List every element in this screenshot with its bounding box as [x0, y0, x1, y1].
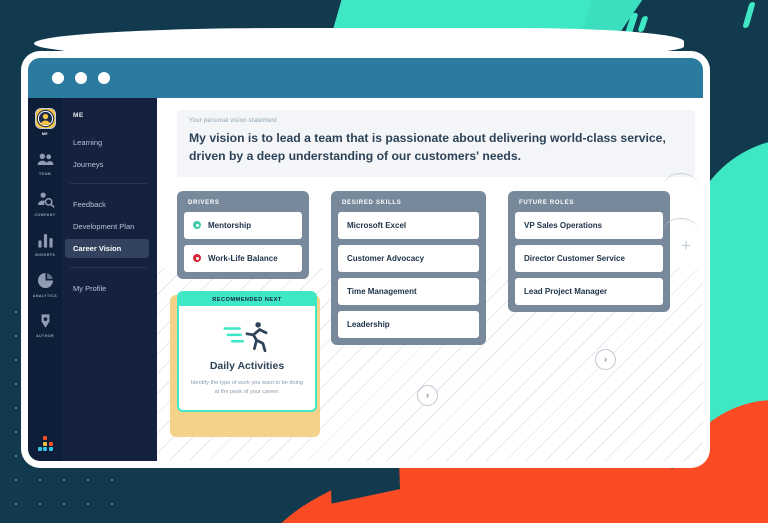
- rail-label-team: TEAM: [39, 172, 51, 176]
- cards-row: DRIVERS Mentorship Work-Life Balance DES…: [170, 190, 689, 437]
- page-root: ME TEAM COMPANY INSIGHTS ANALYTICS AUTHO…: [0, 0, 768, 523]
- role-item-lead-project-manager[interactable]: Lead Project Manager: [515, 277, 663, 305]
- rail-label-analytics: ANALYTICS: [32, 293, 58, 298]
- desired-skills-card-title: DESIRED SKILLS: [342, 199, 402, 206]
- rail-label-company: COMPANY: [34, 212, 56, 217]
- skills-next-button[interactable]: ›: [417, 384, 438, 406]
- rail-item-team[interactable]: TEAM: [28, 149, 62, 176]
- driver-label-work-life-balance: Work-Life Balance: [208, 253, 278, 263]
- driver-label-mentorship: Mentorship: [208, 220, 252, 230]
- team-people-icon: [35, 149, 56, 170]
- rail-item-insights[interactable]: INSIGHTS: [28, 230, 62, 257]
- future-roles-card-title: FUTURE ROLES: [519, 199, 575, 206]
- vision-statement-label: Your personal vision statement: [189, 118, 277, 124]
- pen-nib-icon: [35, 311, 56, 332]
- role-item-vp-sales-operations[interactable]: VP Sales Operations: [515, 211, 663, 239]
- future-roles-card: FUTURE ROLES VP Sales Operations Directo…: [508, 190, 670, 312]
- desired-skills-card: DESIRED SKILLS Microsoft Excel Customer …: [331, 190, 486, 345]
- recommended-next-badge: RECOMMENDED NEXT: [179, 292, 315, 306]
- close-dot[interactable]: [52, 72, 64, 84]
- avatar-icon: [34, 108, 56, 129]
- maximize-dot[interactable]: [98, 72, 110, 84]
- minimize-dot[interactable]: [75, 72, 87, 84]
- work-life-balance-bullet-icon: [193, 254, 201, 263]
- sidebar-item-development-plan[interactable]: Development Plan: [65, 217, 157, 236]
- decor-dot-grid-bottom: [4, 468, 134, 523]
- main-content: Your personal vision statement My vision…: [157, 98, 703, 461]
- recommended-next-description: Identify the type of work you want to be…: [190, 379, 304, 396]
- rail-label-author: AUTHOR: [35, 334, 55, 338]
- decor-white-brush-stroke-2: [60, 34, 660, 60]
- running-person-icon: [189, 320, 305, 354]
- vision-statement-panel: Your personal vision statement My vision…: [177, 110, 695, 177]
- sidebar-item-journeys[interactable]: Journeys: [65, 155, 157, 174]
- sidebar-menu: ME Learning Journeys Feedback Developmen…: [62, 98, 157, 461]
- recommended-next-title: Daily Activities: [209, 359, 285, 372]
- decor-teal-tick-2: [637, 16, 649, 32]
- role-item-director-customer-service[interactable]: Director Customer Service: [515, 244, 663, 272]
- sidebar-item-feedback[interactable]: Feedback: [65, 195, 157, 214]
- sidebar-divider-1: [70, 183, 147, 184]
- app-logo-dots: [37, 436, 53, 451]
- recommended-next-card[interactable]: RECOMMENDED NEXT Daily Activities Identi…: [177, 290, 317, 413]
- skill-item-time-management[interactable]: Time Management: [338, 277, 479, 305]
- sidebar-heading: ME: [73, 112, 84, 119]
- rail-item-company[interactable]: COMPANY: [28, 189, 62, 217]
- chevron-right-icon: ›: [604, 354, 607, 365]
- rail-item-author[interactable]: AUTHOR: [28, 311, 62, 338]
- window-titlebar: [28, 58, 703, 98]
- sidebar-item-my-profile[interactable]: My Profile: [65, 279, 157, 298]
- rail-label-me: ME: [41, 131, 49, 136]
- driver-item-work-life-balance[interactable]: Work-Life Balance: [184, 244, 302, 272]
- sidebar-icon-rail: ME TEAM COMPANY INSIGHTS ANALYTICS AUTHO…: [28, 98, 62, 461]
- drivers-card-title: DRIVERS: [188, 199, 220, 206]
- sidebar-item-career-vision[interactable]: Career Vision: [65, 239, 149, 258]
- sidebar-divider-2: [70, 267, 147, 268]
- roles-next-button[interactable]: ›: [595, 348, 616, 370]
- rail-item-me[interactable]: ME: [28, 108, 62, 136]
- driver-item-mentorship[interactable]: Mentorship: [184, 211, 302, 239]
- pie-chart-icon: [35, 270, 56, 291]
- skill-item-customer-advocacy[interactable]: Customer Advocacy: [338, 244, 479, 272]
- recommended-next-body: Daily Activities Identify the type of wo…: [179, 306, 315, 411]
- rail-item-analytics[interactable]: ANALYTICS: [28, 270, 62, 298]
- drivers-card: DRIVERS Mentorship Work-Life Balance: [177, 190, 309, 279]
- browser-window: ME TEAM COMPANY INSIGHTS ANALYTICS AUTHO…: [28, 58, 703, 461]
- company-search-person-icon: [35, 189, 56, 210]
- skill-item-leadership[interactable]: Leadership: [338, 310, 479, 338]
- vision-statement-text: My vision is to lead a team that is pass…: [189, 131, 666, 164]
- decor-teal-tick-3: [742, 2, 756, 28]
- chevron-right-icon: ›: [426, 390, 429, 401]
- skill-item-microsoft-excel[interactable]: Microsoft Excel: [338, 211, 479, 239]
- sidebar-item-learning[interactable]: Learning: [65, 133, 157, 152]
- rail-label-insights: INSIGHTS: [34, 253, 56, 257]
- bar-chart-icon: [35, 230, 56, 251]
- mentorship-bullet-icon: [193, 221, 201, 230]
- add-card-button[interactable]: +: [681, 236, 691, 256]
- window-body: ME TEAM COMPANY INSIGHTS ANALYTICS AUTHO…: [28, 98, 703, 461]
